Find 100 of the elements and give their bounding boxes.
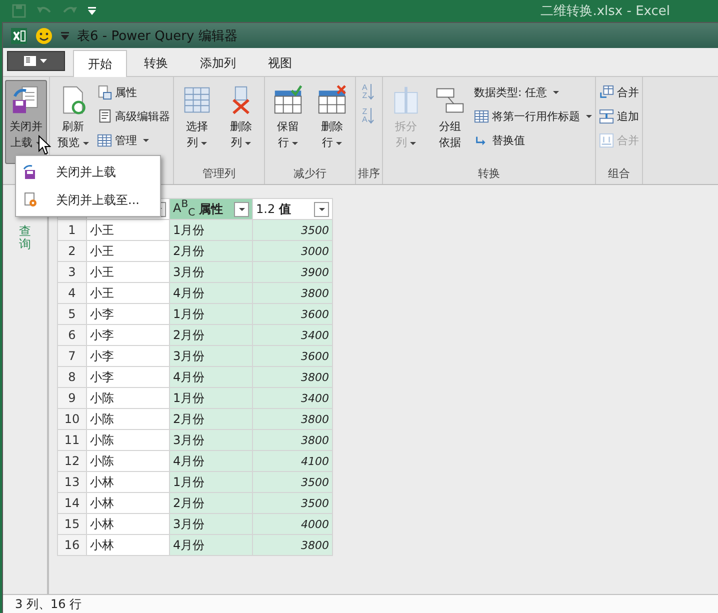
table-cell: 3月份 [170,430,252,450]
row-number: 16 [58,534,86,556]
group-label: 排序 [358,166,380,182]
table-cell: 小林 [86,514,170,534]
file-menu-button[interactable] [7,51,65,71]
ribbon-button[interactable]: 追加 [598,106,640,127]
spreadsheet-app-icon [11,28,27,44]
grid-icon [182,85,212,115]
customize-icon[interactable] [88,7,96,15]
app-title: 二维转换.xlsx - Excel [540,3,670,20]
caret-icon [201,142,207,144]
grid-icon [97,133,112,148]
ribbon-tab[interactable]: 转换 [129,50,183,76]
row-number: 15 [58,514,86,534]
ribbon-button[interactable]: 删除 列 [220,80,262,164]
table-cell: 小陈 [86,450,170,472]
table-cell: 小李 [86,304,170,324]
table-cell: 小王 [86,282,170,304]
table-cell: 小陈 [86,430,170,450]
table-cell: 1月份 [170,220,252,240]
table-cell: 3月份 [170,514,252,534]
queries-pane[interactable]: 查询 [3,185,49,594]
document-icon [97,109,112,124]
row-number: 11 [58,430,86,450]
down-arrow-icon [368,108,374,124]
table-cell: 3800 [252,408,332,430]
ribbon-button[interactable]: 属性 [96,82,171,103]
table-cell: 小李 [86,324,170,346]
table-cell: 3600 [252,346,332,366]
table-cell: 4月份 [170,282,252,304]
ribbon-button[interactable]: 保留 行 [267,80,309,164]
table-cell: 3500 [252,472,332,492]
table-cell: 3600 [252,304,332,324]
table-cell: 小林 [86,534,170,556]
table-cell: 1月份 [170,472,252,492]
ribbon-button[interactable]: 合并 [598,82,640,103]
table-cell: 4月份 [170,450,252,472]
file-menu-icon [24,56,48,66]
table-cell: 3500 [252,492,332,514]
group-label: 转换 [477,166,501,182]
column-header[interactable]: 1.2 值 [252,198,332,220]
table-cell: 1月份 [170,304,252,324]
ribbon-button[interactable]: 管理 [96,130,171,151]
row-number: 6 [58,324,86,346]
queries-pane-label[interactable]: 查询 [19,225,31,252]
caret-icon [586,115,592,118]
row-number: 9 [58,388,86,408]
ribbon-button[interactable]: 分组 依据 [429,80,471,164]
properties-icon [97,85,112,100]
table-cell: 3月份 [170,262,252,282]
ribbon-button[interactable]: 将第一行用作标题 [473,106,593,127]
grid-icon [474,109,489,124]
table-cell: 小陈 [86,408,170,430]
table-cell: 小李 [86,346,170,366]
ribbon-tab[interactable]: 添加列 [185,50,251,76]
table-cell: 3400 [252,324,332,346]
ribbon-button[interactable]: 高级编辑器 [96,106,171,127]
filter-button[interactable] [314,202,329,216]
column-name: 属性 [199,200,224,218]
ribbon-tab[interactable]: 开始 [73,50,127,77]
merge-icon [599,85,614,100]
table-cell: 小陈 [86,388,170,408]
document-gear-icon [22,192,38,208]
column-header[interactable]: A$^{B}$$_{C}$ 属性 [170,198,252,220]
caret-icon [245,142,251,144]
table-cell: 3800 [252,282,332,304]
table-cell: 2月份 [170,492,252,514]
table-cell: 3800 [252,366,332,388]
table-cell: 3800 [252,534,332,556]
table-cell: 1月份 [170,388,252,408]
row-number: 14 [58,492,86,514]
table-cross-icon [317,85,347,115]
table-cell: 2月份 [170,408,252,430]
table-cell: 3月份 [170,346,252,366]
smiley-icon[interactable] [35,26,53,44]
table-cell: 3900 [252,262,332,282]
table-cell: 2月份 [170,240,252,262]
row-number: 2 [58,240,86,262]
row-number: 8 [58,366,86,388]
table-cell: 4月份 [170,366,252,388]
ribbon-button[interactable]: 替换值 [473,130,593,151]
filter-button[interactable] [234,202,249,216]
ribbon-tab[interactable]: 视图 [253,50,307,76]
row-number: 1 [58,220,86,240]
ribbon-button[interactable]: 删除 行 [311,80,353,164]
combine-icon [599,133,614,148]
customize-icon[interactable] [61,32,69,40]
caret-icon [336,142,342,144]
caret-icon [143,139,149,142]
ribbon-button[interactable]: 选择 列 [176,80,218,164]
table-cell: 小李 [86,366,170,388]
table-cell: 4000 [252,514,332,534]
table-cell: 小王 [86,220,170,240]
group-label: 管理列 [202,166,236,182]
caret-icon [553,91,560,94]
ribbon-button[interactable]: 数据类型: 任意 [473,82,593,103]
status-text: 3 列、16 行 [3,594,718,613]
table-cell: 小林 [86,472,170,492]
window-title: 表6 - Power Query 编辑器 [77,28,238,44]
row-number: 4 [58,282,86,304]
